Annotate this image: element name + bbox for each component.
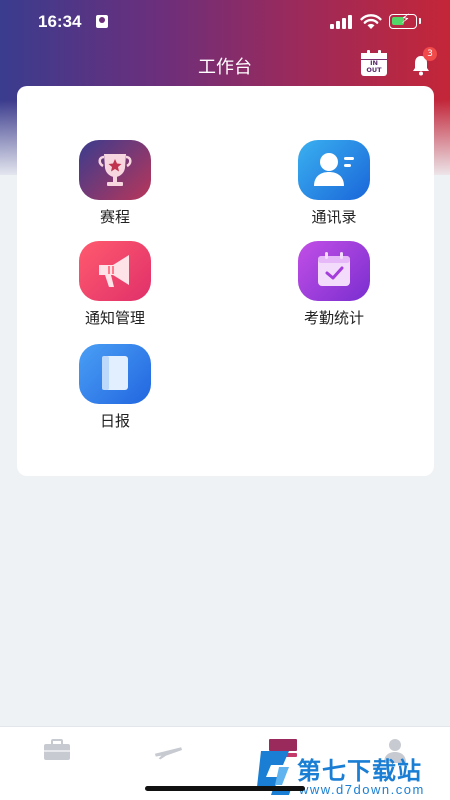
briefcase-icon[interactable]: [42, 737, 72, 763]
calendar-check-icon: [298, 241, 370, 301]
grid-item-notice-management[interactable]: 通知管理: [45, 241, 185, 328]
grid-item-label: 赛程: [99, 208, 130, 226]
watermark: 第七下载站 www.d7down.com: [255, 745, 450, 800]
wifi-icon: [360, 14, 382, 29]
airplane-icon[interactable]: [153, 737, 183, 763]
document-icon: [79, 344, 151, 404]
person-icon: [96, 15, 108, 28]
grid-item-contacts[interactable]: 通讯录: [264, 140, 404, 227]
grid-item-attendance-stats[interactable]: 考勤统计: [264, 241, 404, 328]
battery-icon: ⚡: [389, 12, 421, 29]
grid-item-label: 日报: [99, 412, 130, 430]
status-time: 16:34: [38, 12, 82, 31]
status-bar: 16:34 ⚡: [0, 0, 450, 46]
workbench-card: 赛程 通讯录 通知管理 考勤统计 日报: [17, 86, 434, 476]
grid-item-daily-report[interactable]: 日报: [45, 344, 185, 431]
checkin-out-text: OUT: [366, 66, 382, 74]
home-indicator: [145, 786, 305, 791]
grid-item-label: 考勤统计: [303, 309, 364, 327]
notification-badge: 3: [423, 47, 437, 61]
checkin-calendar-icon[interactable]: IN OUT: [361, 50, 387, 76]
cellular-signal-icon: [330, 15, 352, 29]
watermark-logo-icon: [257, 751, 291, 795]
megaphone-icon: [79, 241, 151, 301]
watermark-title: 第七下载站: [297, 757, 422, 785]
grid-item-label: 通知管理: [84, 309, 145, 327]
grid-item-schedule[interactable]: 赛程: [45, 140, 185, 227]
trophy-icon: [79, 140, 151, 200]
contacts-icon: [298, 140, 370, 200]
grid-item-label: 通讯录: [311, 208, 357, 226]
watermark-url: www.d7down.com: [299, 782, 425, 797]
